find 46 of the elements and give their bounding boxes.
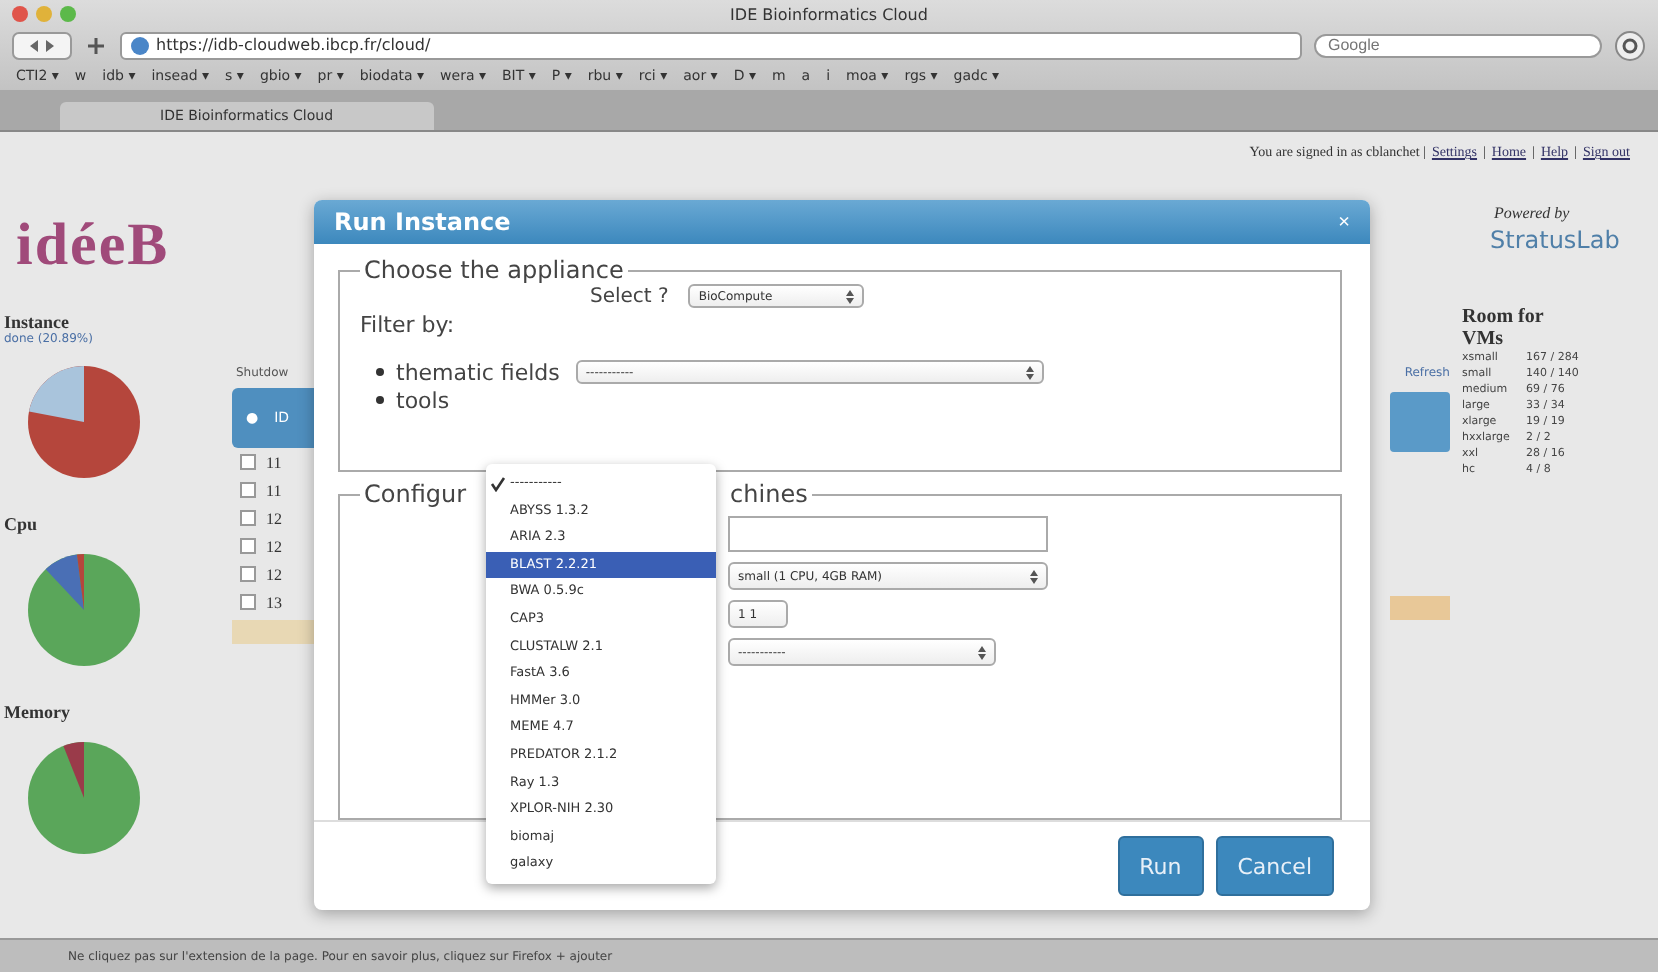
room-title: Room for VMs: [1462, 306, 1546, 350]
row-checkbox[interactable]: [240, 510, 256, 526]
table-cell: 11: [266, 481, 282, 499]
table-cell: 12: [266, 565, 282, 583]
name-field[interactable]: [728, 516, 1048, 552]
row-checkbox[interactable]: [240, 566, 256, 582]
table-cell: 12: [266, 509, 282, 527]
table-cell: 11: [266, 453, 282, 471]
stat-title: Instance: [4, 312, 72, 332]
settings-icon[interactable]: [1614, 29, 1646, 61]
row-checkbox[interactable]: [240, 594, 256, 610]
stratuslab-logo: StratusLab: [1488, 226, 1622, 254]
fieldset-legend: chines: [730, 480, 808, 508]
check-icon: [490, 475, 506, 492]
logo: idéeB: [16, 212, 172, 280]
powered-by-text: Powered by: [1492, 204, 1572, 222]
fieldset-legend: Configur: [364, 480, 467, 508]
bullet-icon: [376, 396, 384, 404]
table-cell: 12: [266, 537, 282, 555]
dialog-title: Run Instance: [334, 208, 511, 236]
row-checkbox[interactable]: [240, 454, 256, 470]
updown-arrow-icon: [1025, 365, 1034, 379]
field-label: Select ?: [590, 285, 669, 307]
row-checkbox[interactable]: [240, 538, 256, 554]
fieldset-legend: Choose the appliance: [360, 256, 628, 284]
updown-arrow-icon: [846, 289, 855, 303]
field-label: Filter by:: [360, 312, 457, 338]
stat-title: Memory: [4, 702, 72, 722]
search-field[interactable]: Google: [1314, 33, 1602, 57]
plus-icon[interactable]: [84, 33, 108, 57]
row-checkbox[interactable]: [240, 482, 256, 498]
window-title: IDE Bioinformatics Cloud: [730, 5, 928, 23]
minimize-icon[interactable]: [36, 6, 52, 22]
stat-title: Cpu: [4, 514, 40, 534]
filter-label: thematic fields: [396, 359, 560, 385]
zoom-icon[interactable]: [60, 6, 76, 22]
table-cell: 13: [266, 593, 282, 611]
updown-arrow-icon: [1030, 569, 1038, 583]
globe-icon: [130, 35, 150, 55]
updown-arrow-icon: [978, 645, 986, 659]
back-forward-icon[interactable]: [12, 31, 72, 59]
close-icon[interactable]: [12, 6, 28, 22]
bullet-icon: [376, 368, 384, 376]
filter-label: tools: [396, 387, 450, 413]
url-field[interactable]: https://idb-cloudweb.ibcp.fr/cloud/: [120, 31, 1302, 59]
row-highlight: [1390, 596, 1450, 620]
